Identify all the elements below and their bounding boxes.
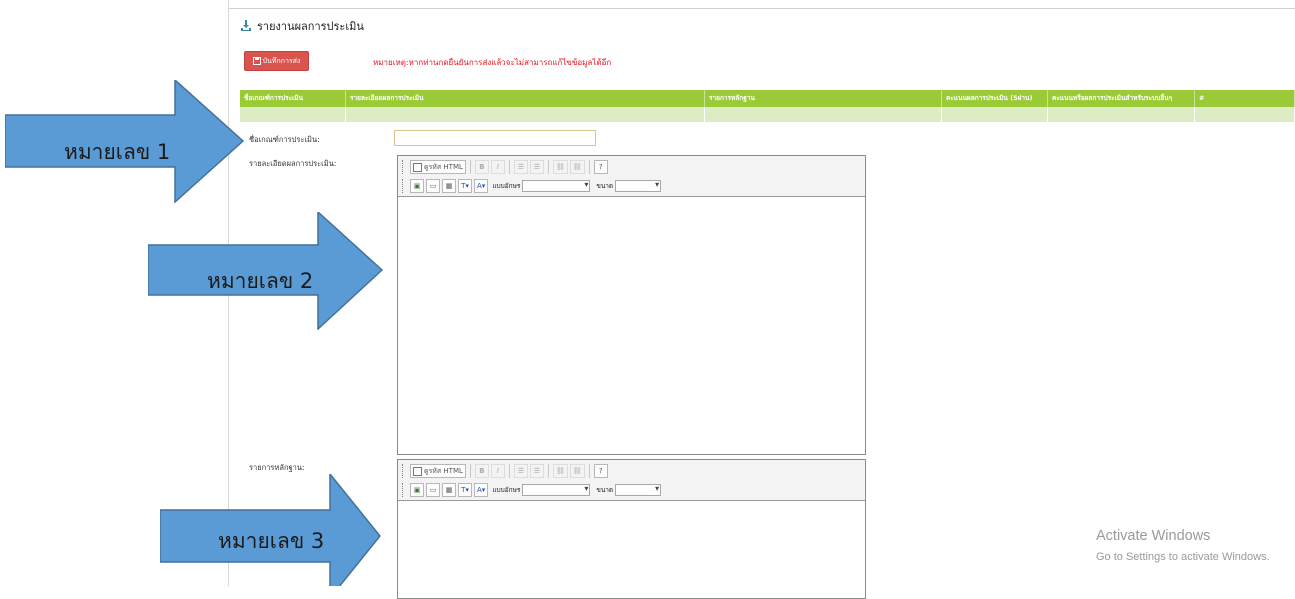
download-icon — [241, 20, 251, 31]
image-icon[interactable]: ▣ — [410, 179, 424, 193]
col-other-score: คะแนนหรือผลการประเมินสำหรับระบบอื่นๆ — [1048, 90, 1195, 107]
table-row — [240, 107, 1295, 122]
evidence-editor-body[interactable] — [398, 502, 865, 598]
size-label: ขนาด — [596, 486, 614, 494]
code-icon — [413, 466, 422, 476]
bg-color-icon[interactable]: A▾ — [474, 179, 489, 193]
help-icon[interactable]: ? — [593, 464, 608, 478]
criteria-label: ชื่อเกณฑ์การประเมิน: — [249, 135, 320, 144]
criteria-input[interactable] — [394, 130, 596, 146]
unlink-icon[interactable]: ⛓ — [569, 160, 585, 174]
save-submit-button[interactable]: บันทึกการส่ง — [244, 51, 309, 71]
callout-label-2: หมายเลข 2 — [207, 269, 314, 293]
size-label: ขนาด — [596, 182, 614, 190]
activate-windows-subtitle: Go to Settings to activate Windows. — [1096, 551, 1270, 563]
text-color-icon[interactable]: T▾ — [458, 179, 472, 193]
col-criteria: ชื่อเกณฑ์การประเมิน — [240, 90, 346, 107]
floppy-icon — [252, 57, 261, 65]
callout-label-3: หมายเลข 3 — [218, 529, 325, 553]
italic-button[interactable]: I — [490, 160, 505, 174]
page-title: รายงานผลการประเมิน — [257, 20, 364, 33]
font-select[interactable] — [522, 484, 591, 496]
link-icon[interactable]: ⛓ — [552, 160, 568, 174]
bold-button[interactable]: B — [474, 160, 489, 174]
col-detail: รายละเอียดผลการประเมิน — [346, 90, 705, 107]
size-select[interactable] — [615, 484, 662, 496]
size-select[interactable] — [615, 180, 662, 192]
save-button-label: บันทึกการส่ง — [262, 56, 301, 65]
html-source-button[interactable]: ดูรหัส HTML — [410, 160, 466, 174]
font-label: แบบอักษร — [492, 486, 521, 494]
table-icon[interactable]: ▦ — [442, 483, 456, 497]
help-icon[interactable]: ? — [593, 160, 608, 174]
panel-divider — [228, 8, 1295, 9]
evidence-label: รายการหลักฐาน: — [249, 463, 305, 472]
text-color-icon[interactable]: T▾ — [458, 483, 472, 497]
font-select[interactable] — [522, 180, 591, 192]
warning-note: หมายเหตุ:หากท่านกดยืนยันการส่งแล้วจะไม่ส… — [373, 58, 612, 67]
page-header: รายงานผลการประเมิน — [240, 17, 364, 35]
detail-editor-body[interactable] — [398, 198, 865, 454]
editor-toolbar: ดูรหัส HTML B I ☰ ☰ ⛓ ⛓ ? ▣ ▭ ▦ T▾ A▾ แบ… — [398, 460, 865, 501]
bg-color-icon[interactable]: A▾ — [474, 483, 489, 497]
editor-toolbar: ดูรหัส HTML B I ☰ ☰ ⛓ ⛓ ? ▣ ▭ ▦ T▾ A▾ แบ… — [398, 156, 865, 197]
callout-label-1: หมายเลข 1 — [64, 140, 171, 164]
unlink-icon[interactable]: ⛓ — [569, 464, 585, 478]
col-score: คะแนนผลการประเมิน (5ผ่าน) — [942, 90, 1048, 107]
flash-icon[interactable]: ▭ — [426, 483, 440, 497]
html-source-button[interactable]: ดูรหัส HTML — [410, 464, 466, 478]
font-label: แบบอักษร — [492, 182, 521, 190]
ordered-list-icon[interactable]: ☰ — [513, 464, 528, 478]
italic-button[interactable]: I — [490, 464, 505, 478]
col-evidence: รายการหลักฐาน — [705, 90, 942, 107]
image-icon[interactable]: ▣ — [410, 483, 424, 497]
detail-editor: ดูรหัส HTML B I ☰ ☰ ⛓ ⛓ ? ▣ ▭ ▦ T▾ A▾ แบ… — [397, 155, 866, 455]
table-icon[interactable]: ▦ — [442, 179, 456, 193]
detail-label: รายละเอียดผลการประเมิน: — [249, 159, 337, 168]
unordered-list-icon[interactable]: ☰ — [529, 160, 544, 174]
link-icon[interactable]: ⛓ — [552, 464, 568, 478]
flash-icon[interactable]: ▭ — [426, 179, 440, 193]
activate-windows-title: Activate Windows — [1096, 528, 1211, 544]
evidence-editor: ดูรหัส HTML B I ☰ ☰ ⛓ ⛓ ? ▣ ▭ ▦ T▾ A▾ แบ… — [397, 459, 866, 599]
code-icon — [413, 162, 422, 172]
table-header: ชื่อเกณฑ์การประเมิน รายละเอียดผลการประเม… — [240, 90, 1295, 107]
ordered-list-icon[interactable]: ☰ — [513, 160, 528, 174]
unordered-list-icon[interactable]: ☰ — [529, 464, 544, 478]
bold-button[interactable]: B — [474, 464, 489, 478]
col-hash: # — [1195, 90, 1295, 107]
